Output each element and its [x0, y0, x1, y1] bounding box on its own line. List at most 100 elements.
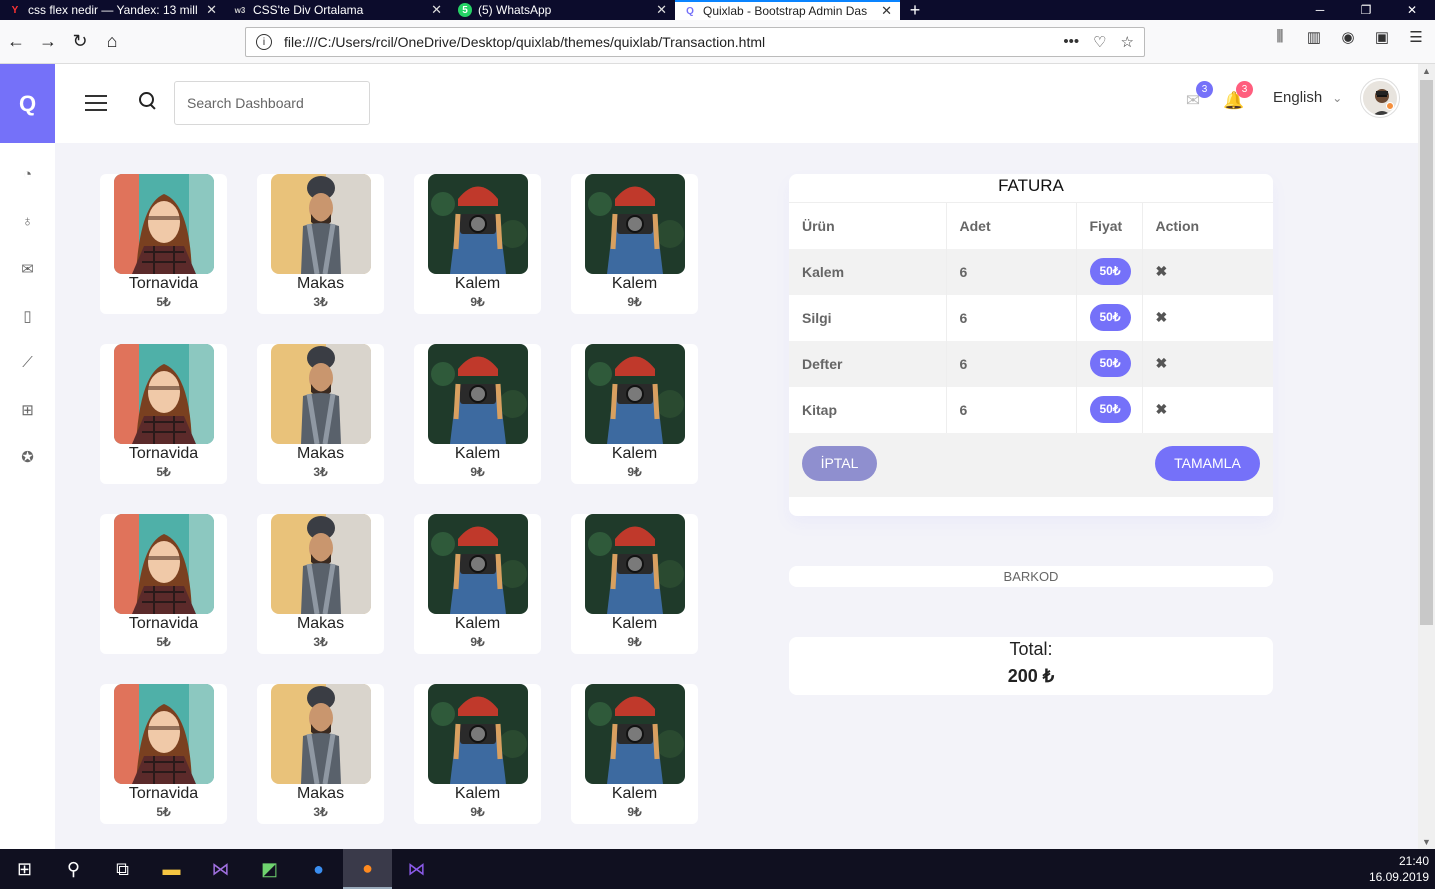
windows-start-icon[interactable]: ⊞	[0, 849, 49, 889]
product-card[interactable]: Kalem 9₺	[414, 344, 541, 484]
language-label: English	[1273, 89, 1323, 106]
reload-icon[interactable]: ↻	[64, 26, 96, 58]
bookmark-star-icon[interactable]: ☆	[1121, 33, 1134, 51]
product-card[interactable]: Kalem 9₺	[571, 344, 698, 484]
row-quantity: 6	[946, 340, 1077, 387]
product-card[interactable]: Kalem 9₺	[571, 684, 698, 824]
online-status-dot	[1386, 102, 1394, 110]
product-card[interactable]: Makas 3₺	[257, 174, 384, 314]
url-bar[interactable]: i file:///C:/Users/rcil/OneDrive/Desktop…	[245, 27, 1145, 57]
task-view-icon[interactable]: ⧉	[98, 849, 147, 889]
browser-navbar: ← → ↻ ⌂ i file:///C:/Users/rcil/OneDrive…	[0, 20, 1435, 64]
language-selector[interactable]: English ⌄	[1273, 89, 1342, 106]
remove-icon[interactable]: ✖	[1156, 401, 1168, 417]
product-name: Makas	[296, 445, 345, 462]
hamburger-icon[interactable]	[85, 95, 107, 111]
scrollbar-thumb[interactable]	[1420, 80, 1433, 625]
invoice-card: FATURA Ürün Adet Fiyat Action Kalem 6 50₺ ✖…	[789, 174, 1273, 516]
account-icon[interactable]: ◉	[1335, 28, 1361, 46]
product-card[interactable]: Tornavida 5₺	[100, 344, 227, 484]
graph-icon[interactable]: ⟋	[0, 339, 55, 386]
product-card[interactable]: Tornavida 5₺	[100, 684, 227, 824]
product-card[interactable]: Tornavida 5₺	[100, 174, 227, 314]
app-icon[interactable]: ◩	[245, 849, 294, 889]
product-card[interactable]: Kalem 9₺	[571, 174, 698, 314]
menu-icon[interactable]: ☰	[1403, 28, 1429, 46]
grid-icon[interactable]: ⊞	[0, 386, 55, 433]
notification-badge: 3	[1236, 81, 1253, 98]
product-card[interactable]: Kalem 9₺	[414, 684, 541, 824]
app-header: ✉ 3 🔔 3 English ⌄	[55, 64, 1418, 143]
close-icon[interactable]: ✕	[431, 2, 442, 18]
badge-icon[interactable]: ✪	[0, 433, 55, 480]
file-explorer-icon[interactable]: ▬	[147, 849, 196, 889]
remove-icon[interactable]: ✖	[1156, 355, 1168, 371]
restore-icon[interactable]: ❐	[1343, 0, 1389, 20]
search-input[interactable]	[174, 81, 370, 125]
chevron-down-icon: ⌄	[1332, 90, 1343, 105]
browser-tab-yandex[interactable]: Y css flex nedir — Yandex: 13 mill ✕	[0, 0, 225, 20]
whatsapp-icon: 5	[458, 3, 472, 17]
tab-label: (5) WhatsApp	[478, 3, 552, 17]
envelope-icon[interactable]: ✉	[0, 245, 55, 292]
phone-icon[interactable]: ▯	[0, 292, 55, 339]
close-icon[interactable]: ✕	[881, 3, 892, 19]
row-price: 50₺	[1076, 386, 1143, 433]
browser-tab-quixlab[interactable]: Q Quixlab - Bootstrap Admin Das ✕	[675, 0, 900, 20]
browser-tab-whatsapp[interactable]: 5 (5) WhatsApp ✕	[450, 0, 675, 20]
browser-tab-w3schools[interactable]: w3 CSS'te Div Ortalama ✕	[225, 0, 450, 20]
forward-icon[interactable]: →	[32, 26, 64, 58]
tab-label: Quixlab - Bootstrap Admin Das	[703, 4, 868, 18]
row-action: ✖	[1142, 340, 1273, 387]
mail-icon[interactable]: ✉ 3	[1183, 81, 1213, 111]
price-pill: 50₺	[1089, 350, 1131, 377]
sidebar-toggle-icon[interactable]: ▥	[1301, 28, 1327, 46]
library-icon[interactable]: ⫼	[1267, 28, 1293, 46]
close-window-icon[interactable]: ✕	[1389, 0, 1435, 20]
close-icon[interactable]: ✕	[206, 2, 217, 18]
close-icon[interactable]: ✕	[656, 2, 667, 18]
invoice-title: FATURA	[998, 176, 1064, 195]
new-tab-button[interactable]: +	[900, 0, 930, 20]
visual-studio-code-icon[interactable]: ⋈	[392, 849, 441, 889]
search-icon[interactable]: ⚲	[49, 849, 98, 889]
window-controls: ─ ❐ ✕	[1297, 0, 1435, 20]
page-scrollbar[interactable]: ▲ ▼	[1418, 64, 1435, 849]
search-icon[interactable]	[139, 92, 157, 112]
extension-icon[interactable]: ▣	[1369, 28, 1395, 46]
minimize-icon[interactable]: ─	[1297, 0, 1343, 20]
avatar[interactable]	[1361, 79, 1399, 117]
brand-logo[interactable]: Q	[0, 64, 55, 143]
bulb-icon[interactable]: ♁	[0, 198, 55, 245]
product-card[interactable]: Kalem 9₺	[414, 174, 541, 314]
firefox-dev-icon[interactable]: ●	[294, 849, 343, 889]
remove-icon[interactable]: ✖	[1156, 263, 1168, 279]
product-card[interactable]: Makas 3₺	[257, 514, 384, 654]
row-action: ✖	[1142, 387, 1273, 433]
scroll-up-icon[interactable]: ▲	[1418, 66, 1435, 76]
firefox-icon[interactable]: ●	[343, 849, 392, 889]
product-card[interactable]: Makas 3₺	[257, 344, 384, 484]
bell-icon[interactable]: 🔔 3	[1223, 81, 1253, 111]
invoice-actions: İPTAL TAMAMLA	[789, 432, 1273, 497]
visual-studio-icon[interactable]: ⋈	[196, 849, 245, 889]
home-icon[interactable]: ⌂	[96, 26, 128, 58]
page-actions-icon[interactable]: •••	[1063, 33, 1079, 51]
product-card[interactable]: Makas 3₺	[257, 684, 384, 824]
back-icon[interactable]: ←	[0, 26, 32, 58]
scroll-down-icon[interactable]: ▼	[1418, 837, 1435, 847]
barcode-field[interactable]: BARKOD	[789, 566, 1273, 587]
complete-button[interactable]: TAMAMLA	[1155, 445, 1260, 481]
total-label: Total:	[1009, 639, 1053, 659]
info-icon[interactable]: i	[256, 34, 272, 50]
cancel-button[interactable]: İPTAL	[802, 445, 877, 481]
speedometer-icon[interactable]: ◔	[0, 151, 55, 198]
product-card[interactable]: Tornavida 5₺	[100, 514, 227, 654]
row-price: 50₺	[1076, 294, 1143, 341]
pocket-icon[interactable]: ♡	[1093, 33, 1106, 51]
product-card[interactable]: Kalem 9₺	[571, 514, 698, 654]
remove-icon[interactable]: ✖	[1156, 309, 1168, 325]
product-name: Tornavida	[128, 615, 199, 632]
product-card[interactable]: Kalem 9₺	[414, 514, 541, 654]
system-clock[interactable]: 21:40 16.09.2019	[1369, 853, 1435, 885]
